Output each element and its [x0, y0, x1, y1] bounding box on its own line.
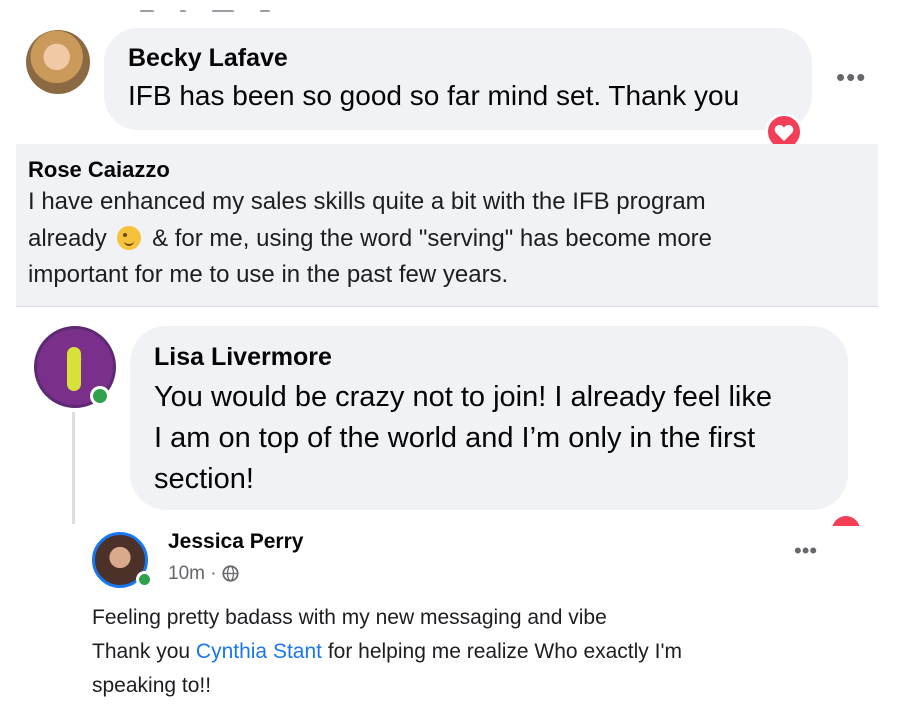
- post-text-fragment: for helping me realize Who exactly I'm: [321, 640, 682, 663]
- post-timestamp[interactable]: 10m: [168, 563, 205, 584]
- comment-text-line: You would be crazy not to join! I alread…: [154, 381, 772, 413]
- post-text-line: speaking to!!: [92, 674, 212, 697]
- heart-icon: [774, 125, 794, 141]
- mention-link[interactable]: Cynthia Stant: [196, 640, 322, 663]
- post-text-fragment: Thank you: [92, 640, 196, 663]
- post-text-line: Feeling pretty badass with my new messag…: [92, 606, 607, 629]
- comment-text-line: important for me to use in the past few …: [28, 261, 509, 288]
- winking-face-icon: [117, 226, 142, 250]
- globe-icon[interactable]: [222, 565, 239, 582]
- comment-text-line: I have enhanced my sales skills quite a …: [28, 188, 706, 215]
- comment-author[interactable]: Rose Caiazzo: [28, 157, 170, 183]
- avatar-becky[interactable]: [26, 30, 90, 94]
- comment-author[interactable]: Lisa Livermore: [154, 343, 332, 372]
- reply-thread-line: [72, 412, 75, 528]
- comment-text: IFB has been so good so far mind set. Th…: [128, 80, 740, 111]
- meta-separator: ·: [210, 563, 217, 584]
- comment-text-line: already & for me, using the word "servin…: [28, 225, 712, 253]
- comment-text-fragment: & for me, using the word "serving" has b…: [152, 225, 713, 252]
- online-status-icon: [136, 571, 153, 588]
- comment-author[interactable]: Becky Lafave: [128, 44, 288, 73]
- cropped-previous-content: [140, 0, 460, 12]
- more-options-icon[interactable]: •••: [836, 62, 866, 93]
- post-author[interactable]: Jessica Perry: [168, 530, 303, 554]
- post-text-line: Thank you Cynthia Stant for helping me r…: [92, 640, 682, 664]
- online-status-icon: [90, 386, 110, 406]
- comment-text-line: I am on top of the world and I’m only in…: [154, 422, 756, 454]
- more-options-icon[interactable]: •••: [794, 538, 817, 564]
- heart-reaction-icon: [832, 516, 860, 526]
- comment-text-line: section!: [154, 463, 254, 495]
- post-meta: 10m ·: [168, 563, 239, 585]
- comment-text-fragment: already: [28, 225, 107, 252]
